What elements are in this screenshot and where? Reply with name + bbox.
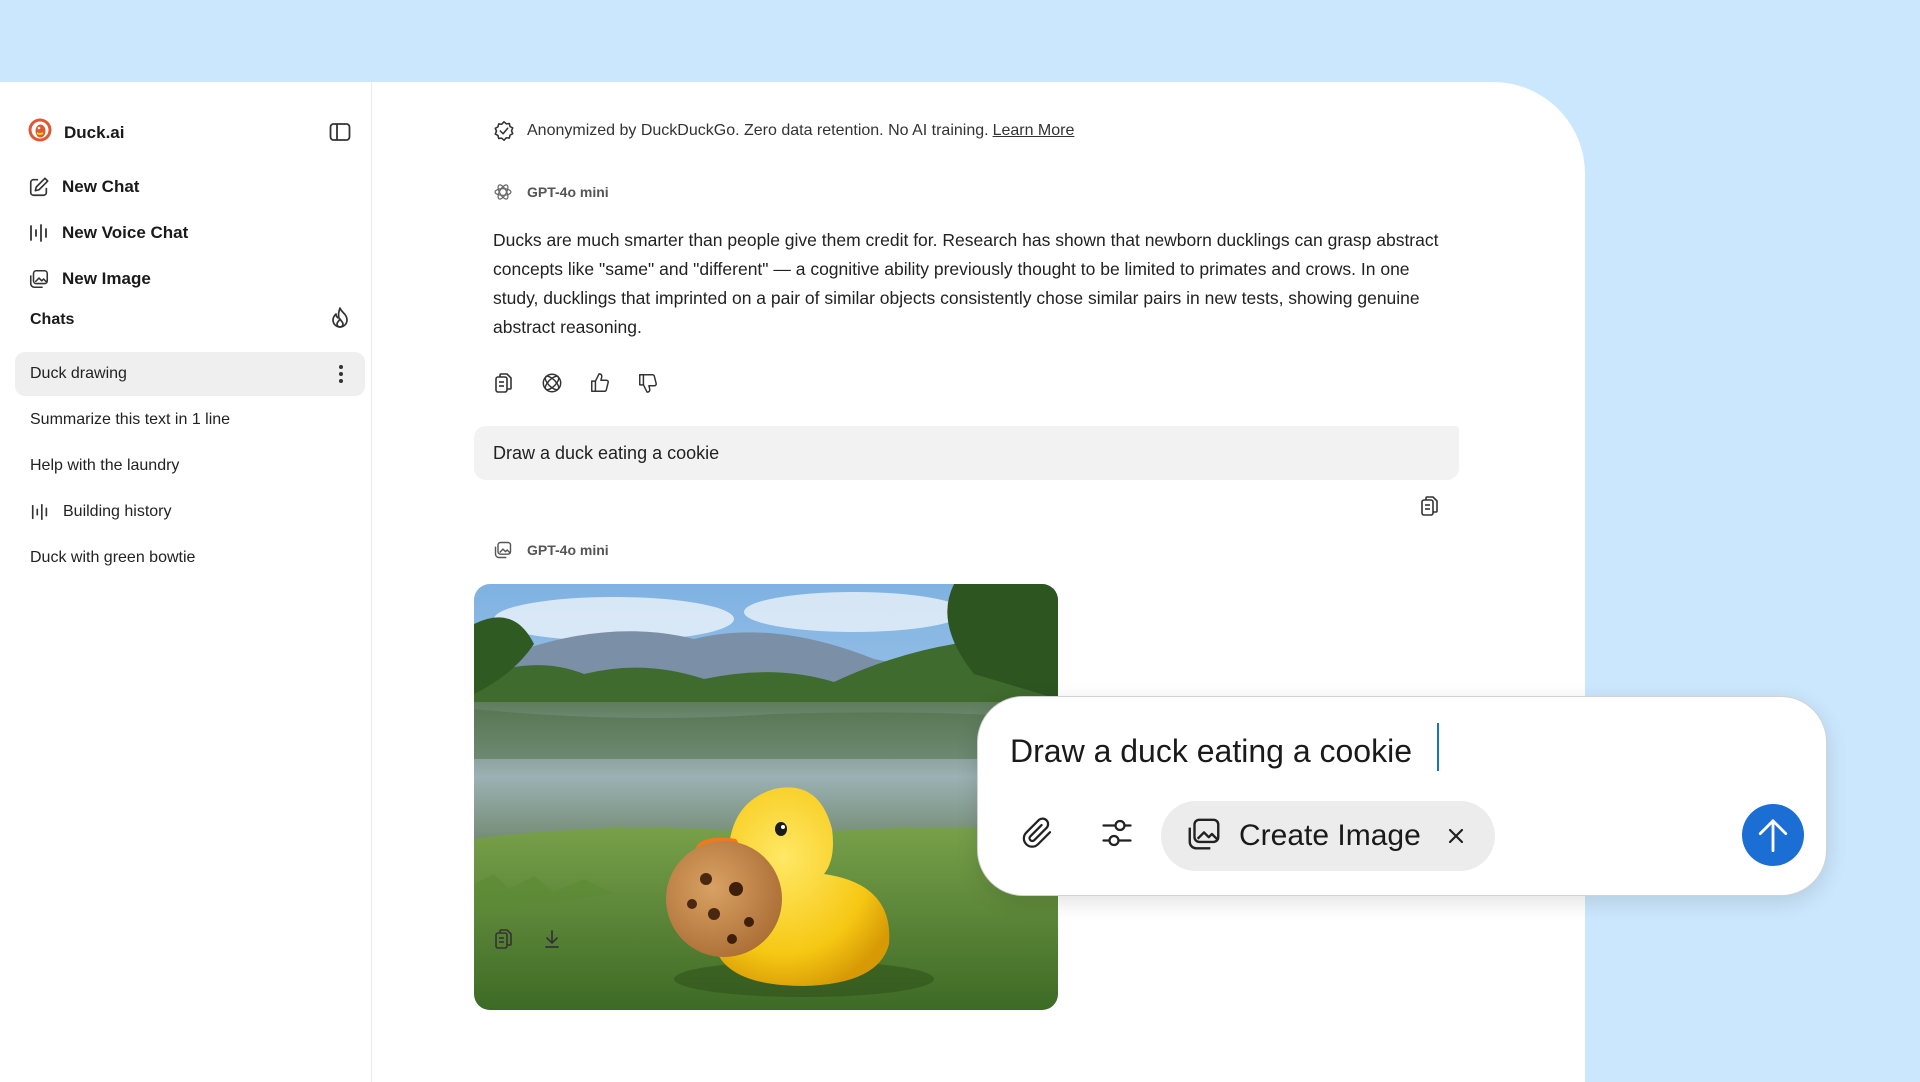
privacy-text: Anonymized by DuckDuckGo. Zero data rete… <box>527 122 989 139</box>
thumbs-down-button[interactable] <box>637 372 659 394</box>
thumbs-down-icon <box>639 374 657 393</box>
regenerate-button[interactable] <box>541 372 563 394</box>
chats-heading: Chats <box>30 311 75 328</box>
assistant-model-label: GPT-4o mini <box>493 181 609 203</box>
image-sparkle-icon <box>1185 815 1223 858</box>
new-voice-chat-label: New Voice Chat <box>62 223 189 242</box>
image-sparkle-icon <box>493 539 515 561</box>
remove-mode-button[interactable] <box>1443 823 1469 849</box>
brand-name: Duck.ai <box>64 122 125 142</box>
download-icon <box>545 930 559 948</box>
copy-icon <box>1421 496 1438 516</box>
privacy-notice: Anonymized by DuckDuckGo. Zero data rete… <box>493 120 1074 142</box>
chat-item-label: Summarize this text in 1 line <box>30 411 231 428</box>
text-caret <box>1437 723 1439 771</box>
sliders-icon <box>1102 819 1132 847</box>
shield-check-icon <box>493 120 515 142</box>
sidebar-toggle-button[interactable] <box>326 118 354 146</box>
assistant-model-name: GPT-4o mini <box>527 184 609 200</box>
app-window: Duck.ai New Chat New Voice Chat New Imag… <box>0 82 1585 1082</box>
chat-list: Duck drawing Summarize this text in 1 li… <box>15 352 365 582</box>
image-actions <box>493 928 563 950</box>
copy-image-button[interactable] <box>493 928 515 950</box>
paperclip-icon <box>1022 817 1052 848</box>
chat-item-label: Help with the laundry <box>30 457 180 474</box>
waveform-icon <box>30 502 50 522</box>
kebab-menu-icon <box>339 365 343 383</box>
assistant-message: Ducks are much smarter than people give … <box>493 230 1439 337</box>
image-model-label: GPT-4o mini <box>493 539 609 561</box>
brand[interactable]: Duck.ai <box>28 118 124 147</box>
image-sparkle-icon <box>28 268 50 290</box>
chat-item-building-history[interactable]: Building history <box>15 490 365 534</box>
settings-button[interactable] <box>1095 811 1139 855</box>
send-button[interactable] <box>1742 804 1804 866</box>
chat-item-green-bowtie[interactable]: Duck with green bowtie <box>15 536 365 580</box>
download-image-button[interactable] <box>541 928 563 950</box>
regenerate-icon <box>542 373 562 393</box>
thumbs-up-button[interactable] <box>589 372 611 394</box>
chat-item-label: Duck with green bowtie <box>30 549 196 566</box>
new-image-label: New Image <box>62 269 151 288</box>
new-voice-chat-button[interactable]: New Voice Chat <box>28 210 188 256</box>
copy-button[interactable] <box>493 372 515 394</box>
sidebar-nav: New Chat New Voice Chat New Image <box>28 164 188 302</box>
flame-icon <box>332 306 348 328</box>
fire-button[interactable] <box>330 306 350 334</box>
prompt-input[interactable] <box>1010 727 1710 775</box>
duckduckgo-logo-icon <box>28 118 52 147</box>
new-chat-label: New Chat <box>62 177 140 196</box>
new-chat-button[interactable]: New Chat <box>28 164 188 210</box>
new-image-button[interactable]: New Image <box>28 256 188 302</box>
chat-composer: Create Image <box>977 696 1827 896</box>
waveform-icon <box>28 222 50 244</box>
sidebar: Duck.ai New Chat New Voice Chat New Imag… <box>0 82 372 1082</box>
arrow-up-icon <box>1758 819 1788 852</box>
attach-button[interactable] <box>1016 811 1060 855</box>
copy-user-message-button[interactable] <box>1420 495 1442 517</box>
user-message-text: Draw a duck eating a cookie <box>493 442 720 463</box>
close-icon <box>1448 828 1464 844</box>
image-model-name: GPT-4o mini <box>527 542 609 558</box>
sidebar-toggle-icon <box>329 123 351 141</box>
create-image-label: Create Image <box>1239 819 1421 852</box>
chat-item-laundry[interactable]: Help with the laundry <box>15 444 365 488</box>
chats-header: Chats <box>30 306 350 334</box>
chat-options-button[interactable] <box>331 364 351 384</box>
user-message-bubble: Draw a duck eating a cookie <box>474 426 1459 480</box>
pencil-icon <box>28 176 50 198</box>
chat-item-duck-drawing[interactable]: Duck drawing <box>15 352 365 396</box>
chat-item-label: Duck drawing <box>30 365 127 382</box>
copy-icon <box>495 373 512 393</box>
chat-item-label: Building history <box>63 503 172 520</box>
create-image-mode-chip[interactable]: Create Image <box>1161 801 1495 871</box>
learn-more-link[interactable]: Learn More <box>993 122 1075 140</box>
assistant-message-actions <box>493 372 659 394</box>
chat-item-summarize[interactable]: Summarize this text in 1 line <box>15 398 365 442</box>
chat-main: Anonymized by DuckDuckGo. Zero data rete… <box>372 82 1585 1082</box>
copy-icon <box>495 929 512 949</box>
thumbs-up-icon <box>591 373 609 392</box>
openai-logo-icon <box>493 181 515 203</box>
